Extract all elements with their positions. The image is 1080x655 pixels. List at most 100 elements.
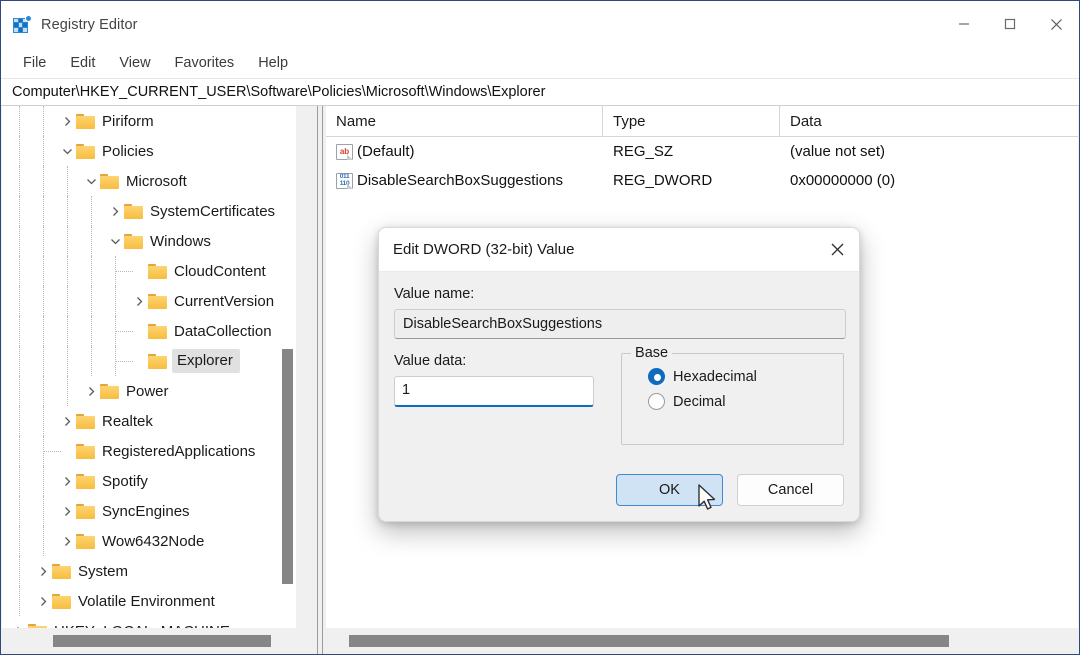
table-row[interactable]: ab(Default)REG_SZ(value not set) [326,137,1078,166]
folder-icon [148,294,167,309]
tree-guide-line [43,451,61,452]
close-icon[interactable] [1033,1,1079,47]
maximize-icon[interactable] [987,1,1033,47]
chevron-right-icon[interactable] [58,526,76,556]
value-data-input[interactable]: 1 [394,376,594,407]
menu-item-help[interactable]: Help [247,52,299,74]
tree-guide-line [19,466,20,496]
tree-guide-line [43,376,44,406]
tree-item-cloudcontent[interactable]: CloudContent [2,256,296,286]
chevron-right-icon[interactable] [34,586,52,616]
folder-icon [148,324,167,339]
tree-item-registeredapplications[interactable]: RegisteredApplications [2,436,296,466]
title-bar: Registry Editor [1,1,1079,48]
chevron-down-icon[interactable] [106,226,124,256]
tree-guide-line [43,316,44,346]
tree-guide-line [67,226,68,256]
tree-item-syncengines[interactable]: SyncEngines [2,496,296,526]
tree-guide-line [67,286,68,316]
tree-guide-line [43,106,44,136]
dialog-body: Value name: DisableSearchBoxSuggestions … [379,272,859,522]
close-icon[interactable] [815,228,859,271]
chevron-right-icon[interactable] [58,496,76,526]
value-type-cell: REG_SZ [603,137,780,166]
tree-guide-line [19,196,20,226]
tree-item-explorer[interactable]: Explorer [2,346,296,376]
tree-guide-line [19,286,20,316]
tree-item-policies[interactable]: Policies [2,136,296,166]
tree-guide-line [43,466,44,496]
chevron-right-icon[interactable] [58,466,76,496]
chevron-down-icon[interactable] [82,166,100,196]
tree-item-datacollection[interactable]: DataCollection [2,316,296,346]
table-row[interactable]: 011110DisableSearchBoxSuggestionsREG_DWO… [326,166,1078,195]
dword-value-icon: 011110 [336,173,353,189]
tree-guide-line [19,316,20,346]
value-data-cell: 0x00000000 (0) [780,166,1078,195]
list-horizontal-scrollbar[interactable] [326,628,1078,654]
radio-decimal-indicator[interactable] [648,393,665,410]
tree-guide-line [43,496,44,526]
minimize-icon[interactable] [941,1,987,47]
value-name-text: DisableSearchBoxSuggestions [357,172,563,189]
menu-item-favorites[interactable]: Favorites [164,52,246,74]
registry-editor-icon [13,16,31,34]
tree-item-windows[interactable]: Windows [2,226,296,256]
menu-item-view[interactable]: View [108,52,161,74]
column-header-data[interactable]: Data [780,106,1078,137]
cancel-button[interactable]: Cancel [737,474,844,506]
tree-hscroll-thumb[interactable] [53,635,271,647]
tree-item-system[interactable]: System [2,556,296,586]
tree-indent [2,106,58,136]
chevron-right-icon[interactable] [58,106,76,136]
tree-item-realtek[interactable]: Realtek [2,406,296,436]
edit-dword-dialog: Edit DWORD (32-bit) Value Value name: Di… [378,227,860,522]
column-header-type[interactable]: Type [603,106,780,137]
tree-guide-line [43,346,44,376]
tree-item-volatile-environment[interactable]: Volatile Environment [2,586,296,616]
folder-icon [76,114,95,129]
tree-item-systemcertificates[interactable]: SystemCertificates [2,196,296,226]
chevron-right-icon[interactable] [10,616,28,628]
tree-item-label: CloudContent [174,264,266,279]
pane-splitter[interactable] [317,106,323,654]
tree-item-label: CurrentVersion [174,294,274,309]
tree-guide-line [115,271,133,272]
tree-guide-line [67,256,68,286]
list-hscroll-thumb[interactable] [349,635,949,647]
chevron-right-icon[interactable] [130,286,148,316]
chevron-down-icon[interactable] [58,136,76,166]
menu-item-file[interactable]: File [12,52,57,74]
tree-scrollbar-thumb[interactable] [282,349,293,584]
tree-item-currentversion[interactable]: CurrentVersion [2,286,296,316]
tree-item-microsoft[interactable]: Microsoft [2,166,296,196]
tree-item-wow6432node[interactable]: Wow6432Node [2,526,296,556]
tree-item-power[interactable]: Power [2,376,296,406]
folder-icon [76,414,95,429]
chevron-right-icon[interactable] [58,406,76,436]
value-name-text: (Default) [357,143,415,160]
tree-item-piriform[interactable]: Piriform [2,106,296,136]
value-name-field[interactable]: DisableSearchBoxSuggestions [394,309,846,339]
base-group: Base Hexadecimal Decimal [621,353,844,445]
address-bar[interactable]: Computer\HKEY_CURRENT_USER\Software\Poli… [1,78,1079,106]
tree-indent [2,346,130,376]
menu-item-edit[interactable]: Edit [59,52,106,74]
radio-decimal[interactable]: Decimal [648,393,843,410]
chevron-right-icon[interactable] [82,376,100,406]
chevron-right-icon[interactable] [34,556,52,586]
tree-item-hkey-local-machine[interactable]: HKEY_LOCAL_MACHINE [2,616,296,628]
tree-guide-line [91,226,92,256]
chevron-right-icon[interactable] [106,196,124,226]
tree-item-label: Explorer [172,349,240,373]
column-header-name[interactable]: Name [326,106,603,137]
folder-icon [148,264,167,279]
tree-item-label: Power [126,384,169,399]
radio-hexadecimal-indicator[interactable] [648,368,665,385]
tree-vertical-scrollbar[interactable] [279,106,296,628]
radio-hexadecimal[interactable]: Hexadecimal [648,368,843,385]
tree-item-spotify[interactable]: Spotify [2,466,296,496]
tree-guide-line [91,316,92,346]
registry-tree[interactable]: PiriformPoliciesMicrosoftSystemCertifica… [2,106,296,628]
tree-horizontal-scrollbar[interactable] [2,628,296,654]
